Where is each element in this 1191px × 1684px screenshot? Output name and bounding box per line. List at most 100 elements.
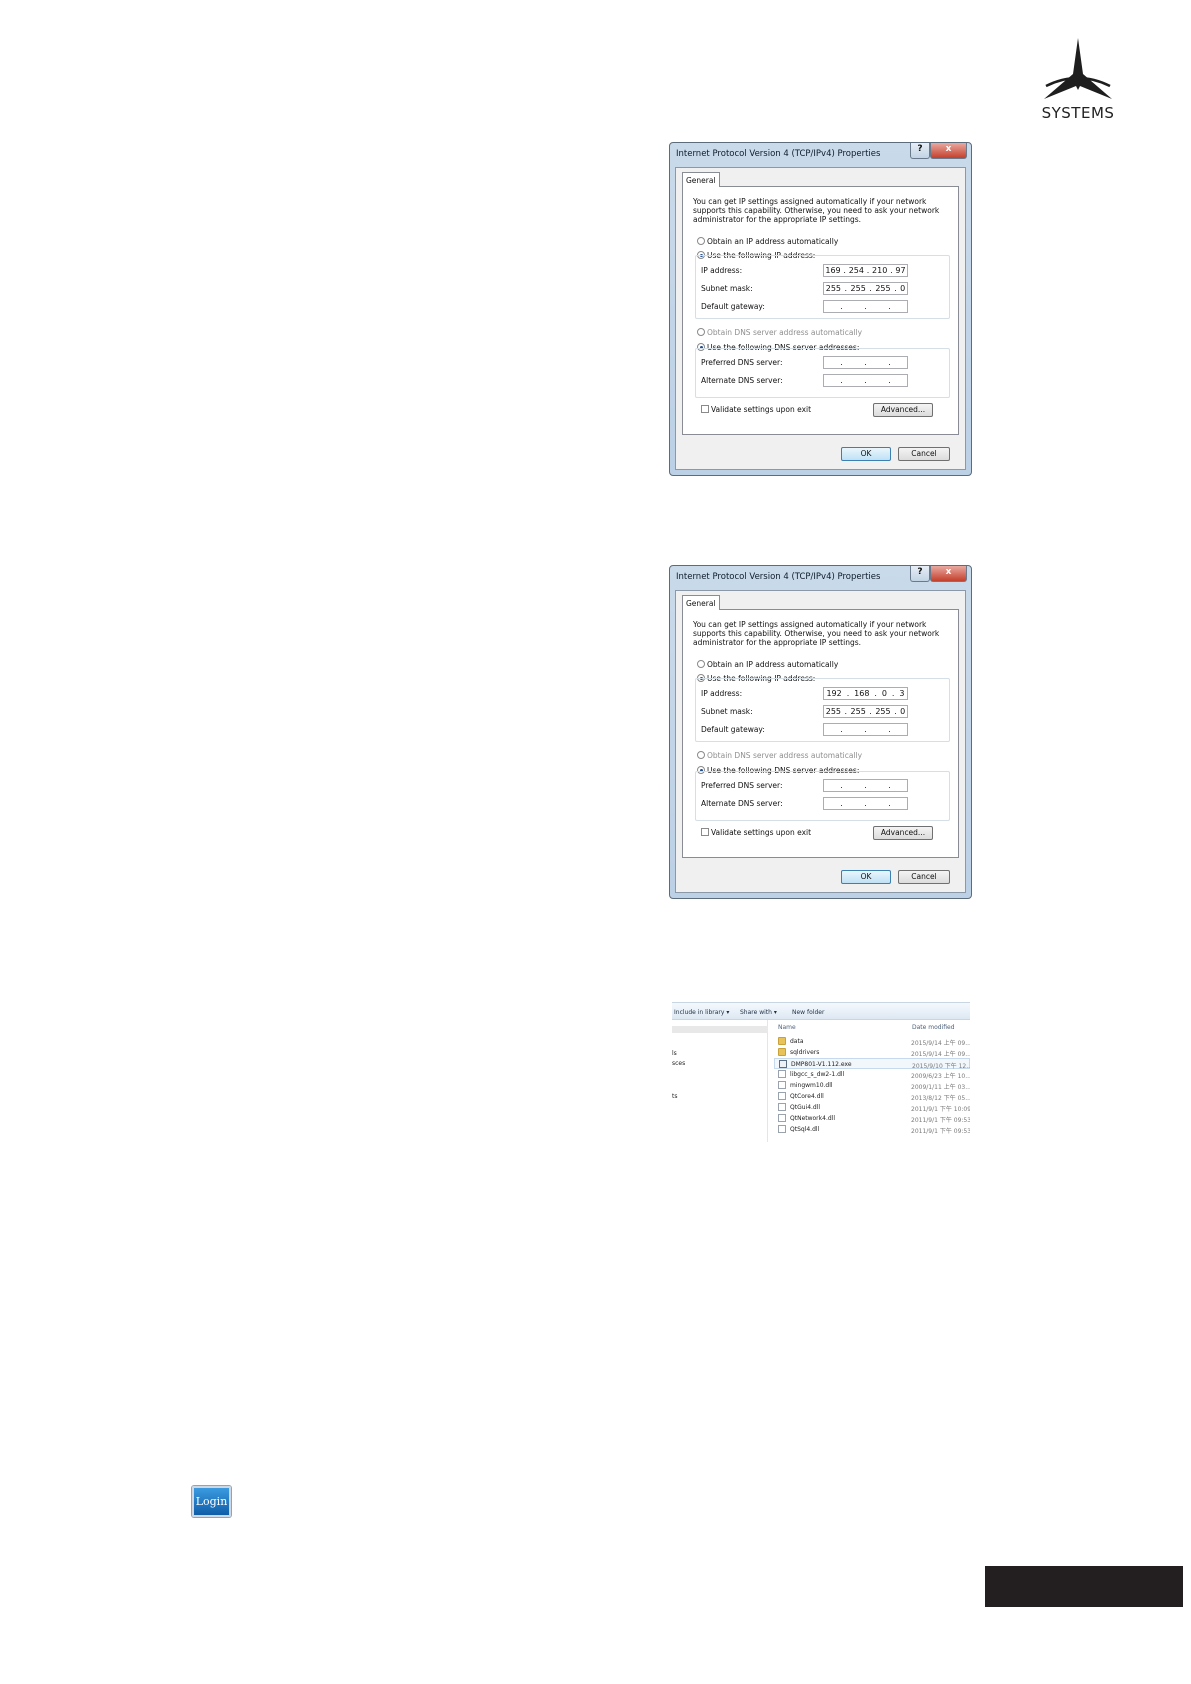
ip-octet[interactable]: 3 (899, 689, 904, 698)
ip-octet[interactable]: 255 (875, 284, 890, 293)
radio-icon (697, 751, 705, 759)
radio-obtain-dns-auto-label: Obtain DNS server address automatically (707, 328, 863, 337)
ip-octet[interactable]: 0 (882, 689, 887, 698)
close-icon: x (945, 144, 952, 154)
ipv4-properties-dialog-1: Internet Protocol Version 4 (TCP/IPv4) P… (669, 142, 972, 476)
help-button[interactable]: ? (910, 143, 930, 159)
ip-dot: . (864, 725, 867, 734)
ip-octet[interactable]: 97 (895, 266, 905, 275)
ip-octet[interactable]: 210 (872, 266, 887, 275)
radio-obtain-dns-auto[interactable]: Obtain DNS server address automatically (697, 328, 862, 338)
exe-file-icon (779, 1060, 787, 1068)
share-with-button[interactable]: Share with ▾ (740, 1009, 777, 1016)
tab-general[interactable]: General (682, 595, 720, 610)
default-gateway-input[interactable]: ... (823, 723, 908, 736)
ip-octet[interactable]: 255 (875, 707, 890, 716)
ip-dot: . (888, 376, 891, 385)
ip-dot: . (891, 689, 895, 698)
file-date: 2011/9/1 下午 09:53 (911, 1117, 970, 1124)
ip-octet[interactable]: 192 (826, 689, 841, 698)
file-date: 2013/8/12 下午 05... (911, 1095, 970, 1102)
nav-item[interactable]: ts (672, 1093, 677, 1100)
file-row[interactable]: libgcc_s_dw2-1.dll 2009/6/23 上午 10... (774, 1069, 970, 1080)
ip-dot: . (864, 376, 867, 385)
ip-octet[interactable]: 255 (851, 284, 866, 293)
ip-dot: . (864, 358, 867, 367)
file-row[interactable]: QtCore4.dll 2013/8/12 下午 05... (774, 1091, 970, 1102)
navigation-pane: ls sces ts (672, 1020, 768, 1142)
radio-icon (697, 660, 705, 668)
ip-dot: . (869, 284, 872, 293)
validate-settings-checkbox[interactable]: Validate settings upon exit (701, 405, 811, 414)
ip-dot: . (840, 302, 843, 311)
new-folder-button[interactable]: New folder (792, 1009, 824, 1016)
ok-button[interactable]: OK (841, 870, 891, 884)
ip-octet[interactable]: 0 (900, 284, 905, 293)
ip-address-label: IP address: (701, 689, 743, 698)
name-column-header[interactable]: Name (778, 1024, 796, 1031)
ip-dot: . (864, 799, 867, 808)
radio-icon (697, 237, 705, 245)
general-panel: You can get IP settings assigned automat… (682, 186, 959, 435)
validate-settings-checkbox[interactable]: Validate settings upon exit (701, 828, 811, 837)
file-row[interactable]: DMP801-V1.112.exe 2015/9/10 下午 12... (774, 1058, 970, 1070)
preferred-dns-input[interactable]: ... (823, 356, 908, 369)
cancel-button[interactable]: Cancel (898, 870, 950, 884)
advanced-button[interactable]: Advanced... (873, 403, 933, 417)
close-button[interactable]: x (930, 566, 967, 582)
ip-dot: . (890, 266, 893, 275)
advanced-button[interactable]: Advanced... (873, 826, 933, 840)
ip-octet[interactable]: 0 (900, 707, 905, 716)
file-row[interactable]: data 2015/9/14 上午 09... (774, 1036, 970, 1047)
ip-dot: . (864, 302, 867, 311)
nav-item[interactable]: ls (672, 1050, 677, 1057)
close-button[interactable]: x (930, 143, 967, 159)
preferred-dns-input[interactable]: ... (823, 779, 908, 792)
alternate-dns-label: Alternate DNS server: (701, 376, 783, 385)
nav-scrollbar[interactable] (672, 1026, 768, 1033)
file-name: QtNetwork4.dll (790, 1115, 835, 1122)
radio-obtain-dns-auto[interactable]: Obtain DNS server address automatically (697, 751, 862, 761)
default-gateway-label: Default gateway: (701, 302, 765, 311)
file-row[interactable]: sqldrivers 2015/9/14 上午 09... (774, 1047, 970, 1058)
ip-dot: . (840, 799, 843, 808)
file-row[interactable]: QtNetwork4.dll 2011/9/1 下午 09:53 (774, 1113, 970, 1124)
radio-obtain-ip-auto[interactable]: Obtain an IP address automatically (697, 237, 838, 247)
nav-item[interactable]: sces (672, 1060, 685, 1067)
ip-dot: . (888, 781, 891, 790)
radio-obtain-ip-auto[interactable]: Obtain an IP address automatically (697, 660, 838, 670)
subnet-mask-input[interactable]: 255. 255. 255. 0 (823, 282, 908, 295)
ip-octet[interactable]: 254 (849, 266, 864, 275)
ip-dot: . (869, 707, 872, 716)
help-button[interactable]: ? (910, 566, 930, 582)
subnet-mask-label: Subnet mask: (701, 284, 753, 293)
tab-general[interactable]: General (682, 172, 720, 187)
ip-address-input[interactable]: 169. 254. 210. 97 (823, 264, 908, 277)
cancel-button[interactable]: Cancel (898, 447, 950, 461)
alternate-dns-input[interactable]: ... (823, 797, 908, 810)
file-name: QtSql4.dll (790, 1126, 820, 1133)
logo-text: SYSTEMS (1041, 104, 1115, 122)
default-gateway-input[interactable]: ... (823, 300, 908, 313)
subnet-mask-input[interactable]: 255. 255. 255. 0 (823, 705, 908, 718)
ip-address-input[interactable]: 192. 168. 0. 3 (823, 687, 908, 700)
ip-octet[interactable]: 255 (826, 707, 841, 716)
alternate-dns-input[interactable]: ... (823, 374, 908, 387)
date-column-header[interactable]: Date modified (912, 1024, 955, 1031)
file-name: DMP801-V1.112.exe (791, 1061, 852, 1068)
file-row[interactable]: QtGui4.dll 2011/9/1 下午 10:09 (774, 1102, 970, 1113)
file-row[interactable]: mingwm10.dll 2009/1/11 上午 03... (774, 1080, 970, 1091)
include-in-library-button[interactable]: Include in library ▾ (674, 1009, 729, 1016)
folder-icon (778, 1048, 786, 1056)
ip-octet[interactable]: 255 (826, 284, 841, 293)
ip-octet[interactable]: 168 (854, 689, 869, 698)
login-button[interactable]: Login (192, 1486, 231, 1517)
ip-dot: . (840, 358, 843, 367)
checkbox-icon (701, 828, 709, 836)
file-name: sqldrivers (790, 1049, 820, 1056)
file-row[interactable]: QtSql4.dll 2011/9/1 下午 09:53 (774, 1124, 970, 1135)
ok-button[interactable]: OK (841, 447, 891, 461)
ip-octet[interactable]: 255 (851, 707, 866, 716)
ip-octet[interactable]: 169 (825, 266, 840, 275)
validate-settings-label: Validate settings upon exit (711, 828, 812, 837)
